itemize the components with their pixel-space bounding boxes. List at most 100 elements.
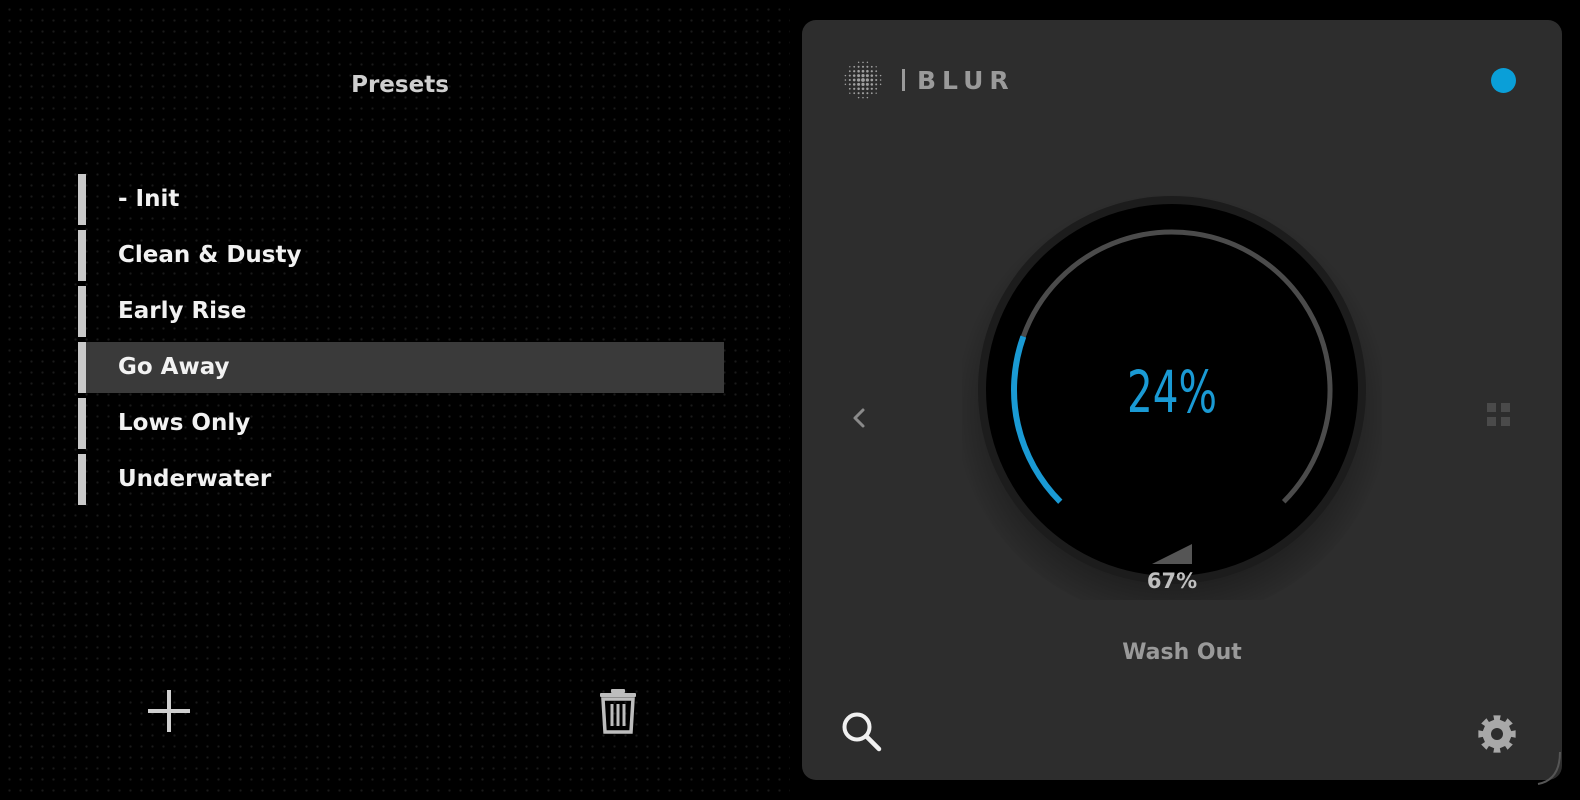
logo-dot bbox=[870, 70, 873, 73]
logo-dot bbox=[875, 70, 878, 73]
logo-dot bbox=[856, 78, 861, 82]
logo-dot bbox=[870, 92, 873, 95]
logo-dot bbox=[866, 92, 869, 95]
preset-item-label: Early Rise bbox=[118, 298, 247, 324]
logo-dot bbox=[848, 83, 851, 86]
presets-panel: Presets - Init Clean & Dusty Early Rise … bbox=[0, 0, 790, 800]
logo-dot bbox=[857, 87, 860, 91]
preset-item-label: Lows Only bbox=[118, 410, 251, 436]
logo-dot bbox=[857, 96, 860, 99]
preset-item-label: Underwater bbox=[118, 466, 272, 492]
logo-dot bbox=[853, 92, 856, 95]
logo: BLUR bbox=[842, 58, 1015, 102]
logo-dot bbox=[848, 87, 851, 90]
logo-dot bbox=[861, 87, 865, 91]
dot-sphere-icon bbox=[844, 61, 882, 99]
add-preset-button[interactable] bbox=[148, 690, 190, 732]
logo-dot bbox=[865, 82, 869, 86]
knob-secondary-value: 67% bbox=[1147, 569, 1197, 593]
logo-dot bbox=[879, 83, 882, 86]
preset-item-label: - Init bbox=[118, 186, 180, 212]
logo-dot bbox=[861, 92, 865, 95]
trash-icon bbox=[600, 689, 636, 734]
logo-dot bbox=[844, 79, 847, 81]
presets-title: Presets bbox=[351, 72, 449, 98]
logo-dot bbox=[866, 96, 869, 99]
gear-hole bbox=[1491, 728, 1503, 740]
logo-dot bbox=[875, 87, 878, 90]
power-indicator[interactable] bbox=[1491, 68, 1516, 93]
grid-button[interactable] bbox=[1486, 402, 1514, 430]
wash-out-knob[interactable]: 24% 67% bbox=[962, 180, 1382, 600]
logo-dot bbox=[853, 87, 856, 90]
gear-icon bbox=[1478, 715, 1516, 753]
plugin-panel: BLUR 24% 67% Wash Out bbox=[802, 20, 1562, 780]
search-icon bbox=[842, 712, 882, 752]
logo-dot bbox=[849, 92, 851, 94]
logo-dot bbox=[861, 65, 865, 68]
logo-dot bbox=[865, 78, 870, 82]
preset-item[interactable]: - Init bbox=[78, 174, 724, 225]
preset-item[interactable]: Clean & Dusty bbox=[78, 230, 724, 281]
preset-item[interactable]: Lows Only bbox=[78, 398, 724, 449]
delete-preset-button[interactable] bbox=[598, 688, 638, 734]
knob-value-text: 24% bbox=[1127, 358, 1217, 426]
logo-dot bbox=[852, 74, 856, 77]
logo-dot bbox=[875, 66, 877, 68]
plus-icon bbox=[148, 690, 190, 732]
logo-dot bbox=[875, 83, 878, 86]
logo-dot bbox=[852, 78, 856, 82]
logo-dot bbox=[862, 61, 864, 64]
knob-label: Wash Out bbox=[1122, 640, 1242, 665]
logo-dot bbox=[857, 69, 860, 73]
logo-dot bbox=[875, 92, 877, 94]
logo-dot bbox=[865, 74, 869, 78]
logo-dot bbox=[857, 65, 860, 68]
logo-dot bbox=[857, 92, 860, 95]
logo-text: BLUR bbox=[917, 65, 1015, 95]
logo-dot bbox=[879, 79, 882, 81]
logo-dot bbox=[870, 78, 874, 82]
logo-dot bbox=[870, 74, 874, 77]
chevron-left-icon bbox=[853, 408, 865, 428]
preset-item-label: Clean & Dusty bbox=[118, 242, 302, 268]
logo-dot bbox=[862, 96, 864, 99]
preset-item[interactable]: Go Away bbox=[78, 342, 724, 393]
logo-dot bbox=[866, 61, 869, 64]
prev-button[interactable] bbox=[846, 400, 874, 436]
logo-dot bbox=[848, 78, 851, 82]
logo-dot bbox=[879, 74, 882, 77]
logo-dot bbox=[861, 69, 865, 73]
logo-dot bbox=[857, 74, 861, 78]
logo-dot bbox=[853, 65, 856, 68]
resize-corner-icon bbox=[1537, 751, 1561, 785]
logo-dot bbox=[852, 83, 856, 86]
logo-dot bbox=[853, 70, 856, 73]
logo-dot bbox=[870, 65, 873, 68]
logo-dot bbox=[848, 70, 851, 73]
logo-dot bbox=[870, 87, 873, 90]
logo-dot bbox=[861, 73, 865, 78]
grid-icon bbox=[1487, 403, 1510, 426]
logo-dot bbox=[849, 66, 851, 68]
app-window: Presets - Init Clean & Dusty Early Rise … bbox=[0, 0, 1580, 800]
search-button[interactable] bbox=[840, 710, 884, 754]
logo-divider bbox=[902, 69, 905, 91]
preset-item[interactable]: Early Rise bbox=[78, 286, 724, 337]
logo-dot bbox=[844, 83, 847, 86]
logo-dot bbox=[875, 78, 878, 82]
preset-list: - Init Clean & Dusty Early Rise Go Away … bbox=[78, 174, 724, 510]
settings-button[interactable] bbox=[1476, 713, 1518, 755]
logo-dot bbox=[861, 78, 865, 82]
logo-dot bbox=[866, 69, 869, 73]
logo-dot bbox=[857, 61, 860, 64]
logo-dot bbox=[866, 87, 869, 91]
logo-dot bbox=[844, 74, 847, 77]
preset-item[interactable]: Underwater bbox=[78, 454, 724, 505]
logo-dot bbox=[870, 83, 874, 86]
logo-dot bbox=[848, 74, 851, 77]
preset-item-label: Go Away bbox=[118, 354, 230, 380]
logo-dot bbox=[861, 82, 865, 87]
resize-handle[interactable] bbox=[1536, 750, 1564, 790]
logo-dot bbox=[866, 65, 869, 68]
